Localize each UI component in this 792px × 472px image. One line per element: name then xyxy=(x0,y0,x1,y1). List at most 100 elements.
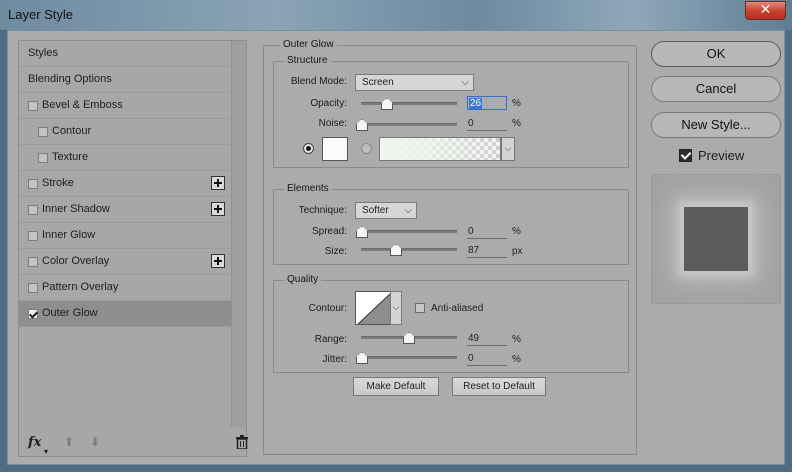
size-field[interactable]: 87 xyxy=(467,244,507,258)
styles-list-panel: Styles Blending Options Bevel & Emboss Cont… xyxy=(18,40,248,457)
style-item-styles[interactable]: Styles xyxy=(19,41,231,67)
delete-icon[interactable] xyxy=(236,435,248,452)
style-item-color-overlay[interactable]: Color Overlay xyxy=(19,249,231,275)
opacity-field[interactable]: 26 xyxy=(467,96,507,110)
size-label: Size: xyxy=(324,246,347,257)
contour-checkbox[interactable] xyxy=(38,127,48,137)
jitter-field[interactable]: 0 xyxy=(467,352,507,366)
spread-label: Spread: xyxy=(311,226,347,237)
move-up-icon[interactable]: ⬆ xyxy=(64,435,76,449)
reset-to-default-button[interactable]: Reset to Default xyxy=(452,377,546,396)
noise-slider[interactable] xyxy=(361,123,457,126)
style-item-inner-shadow[interactable]: Inner Shadow xyxy=(19,197,231,223)
anti-aliased-checkbox[interactable] xyxy=(415,303,425,313)
glow-color-swatch[interactable] xyxy=(322,137,348,161)
style-item-label: Bevel & Emboss xyxy=(42,99,123,111)
blend-mode-value: Screen xyxy=(362,77,394,88)
style-item-outer-glow[interactable]: Outer Glow xyxy=(19,301,231,327)
elements-title: Elements xyxy=(284,183,332,194)
contour-label: Contour: xyxy=(308,303,347,314)
outer-glow-checkbox[interactable] xyxy=(28,309,38,319)
add-icon[interactable] xyxy=(211,254,225,268)
style-item-pattern-overlay[interactable]: Pattern Overlay xyxy=(19,275,231,301)
technique-value: Softer xyxy=(362,205,389,216)
inner-shadow-checkbox[interactable] xyxy=(28,205,38,215)
structure-group: Structure Blend Mode: Screen ⌵ Opacity: … xyxy=(273,55,629,168)
outer-glow-panel: Outer Glow Structure Blend Mode: Screen … xyxy=(263,39,637,455)
window-title: Layer Style xyxy=(8,7,74,22)
chevron-down-icon: ⌵ xyxy=(461,77,469,88)
gradient-radio[interactable] xyxy=(361,143,372,154)
jitter-slider[interactable] xyxy=(361,356,457,359)
fx-menu-button[interactable]: fx xyxy=(28,435,41,450)
style-item-label: Inner Shadow xyxy=(42,203,110,215)
style-item-label: Styles xyxy=(28,47,58,59)
range-slider[interactable] xyxy=(361,336,457,339)
glow-gradient-picker[interactable] xyxy=(379,137,501,161)
styles-list: Styles Blending Options Bevel & Emboss Cont… xyxy=(19,41,231,327)
solid-color-radio[interactable] xyxy=(303,143,314,154)
preview-thumbnail xyxy=(651,174,781,304)
chevron-down-icon: ⌵ xyxy=(504,144,512,154)
preview-checkbox[interactable] xyxy=(679,149,692,162)
style-item-bevel-emboss[interactable]: Bevel & Emboss xyxy=(19,93,231,119)
color-overlay-checkbox[interactable] xyxy=(28,257,38,267)
contour-picker[interactable] xyxy=(355,291,391,325)
blend-mode-select[interactable]: Screen ⌵ xyxy=(355,74,474,91)
jitter-unit: % xyxy=(512,354,521,365)
anti-aliased-label: Anti-aliased xyxy=(431,303,484,314)
style-item-inner-glow[interactable]: Inner Glow xyxy=(19,223,231,249)
range-field[interactable]: 49 xyxy=(467,332,507,346)
size-slider[interactable] xyxy=(361,248,457,251)
ok-button[interactable]: OK xyxy=(651,41,781,67)
gradient-dropdown[interactable]: ⌵ xyxy=(501,137,515,161)
cancel-button[interactable]: Cancel xyxy=(651,76,781,102)
technique-label: Technique: xyxy=(298,205,347,216)
style-item-stroke[interactable]: Stroke xyxy=(19,171,231,197)
jitter-label: Jitter: xyxy=(322,354,347,365)
bevel-emboss-checkbox[interactable] xyxy=(28,101,38,111)
chevron-down-icon: ⌵ xyxy=(404,205,412,216)
opacity-slider[interactable] xyxy=(361,102,457,105)
add-icon[interactable] xyxy=(211,176,225,190)
stroke-checkbox[interactable] xyxy=(28,179,38,189)
make-default-button[interactable]: Make Default xyxy=(353,377,439,396)
style-item-label: Texture xyxy=(52,151,89,163)
opacity-value: 26 xyxy=(469,98,483,109)
range-label: Range: xyxy=(314,334,347,345)
fx-dropdown-indicator: ▾ xyxy=(44,447,49,456)
inner-glow-checkbox[interactable] xyxy=(28,231,38,241)
preview-label: Preview xyxy=(698,148,745,163)
spread-slider[interactable] xyxy=(361,230,457,233)
contour-dropdown[interactable]: ⌵ xyxy=(390,291,402,325)
style-item-blending-options[interactable]: Blending Options xyxy=(19,67,231,93)
styles-bottom-bar: fx ▾ ⬆ ⬇ xyxy=(19,431,248,456)
style-item-label: Pattern Overlay xyxy=(42,281,119,293)
close-button[interactable]: ✕ xyxy=(745,1,786,20)
noise-field[interactable]: 0 xyxy=(467,117,507,131)
quality-group: Quality Contour: ⌵ Anti-aliased Range: 4… xyxy=(273,274,629,373)
style-item-label: Inner Glow xyxy=(42,229,96,241)
opacity-label: Opacity: xyxy=(310,98,347,109)
style-item-contour[interactable]: Contour xyxy=(19,119,231,145)
opacity-unit: % xyxy=(512,98,521,109)
styles-list-scrollbar[interactable] xyxy=(231,41,246,427)
new-style-button[interactable]: New Style... xyxy=(651,112,781,138)
spread-field[interactable]: 0 xyxy=(467,225,507,239)
chevron-down-icon: ⌵ xyxy=(392,303,400,313)
structure-title: Structure xyxy=(284,55,331,66)
technique-select[interactable]: Softer ⌵ xyxy=(355,202,417,219)
quality-title: Quality xyxy=(284,274,322,285)
add-icon[interactable] xyxy=(211,202,225,216)
noise-unit: % xyxy=(512,118,521,129)
style-item-label: Contour xyxy=(52,125,92,137)
pattern-overlay-checkbox[interactable] xyxy=(28,283,38,293)
elements-group: Elements Technique: Softer ⌵ Spread: 0 %… xyxy=(273,183,629,265)
noise-label: Noise: xyxy=(318,118,347,129)
move-down-icon[interactable]: ⬇ xyxy=(90,435,102,449)
title-bar: Layer Style ✕ xyxy=(0,0,792,30)
texture-checkbox[interactable] xyxy=(38,153,48,163)
preview-swatch xyxy=(684,207,748,271)
style-item-texture[interactable]: Texture xyxy=(19,145,231,171)
style-item-label: Color Overlay xyxy=(42,255,110,267)
